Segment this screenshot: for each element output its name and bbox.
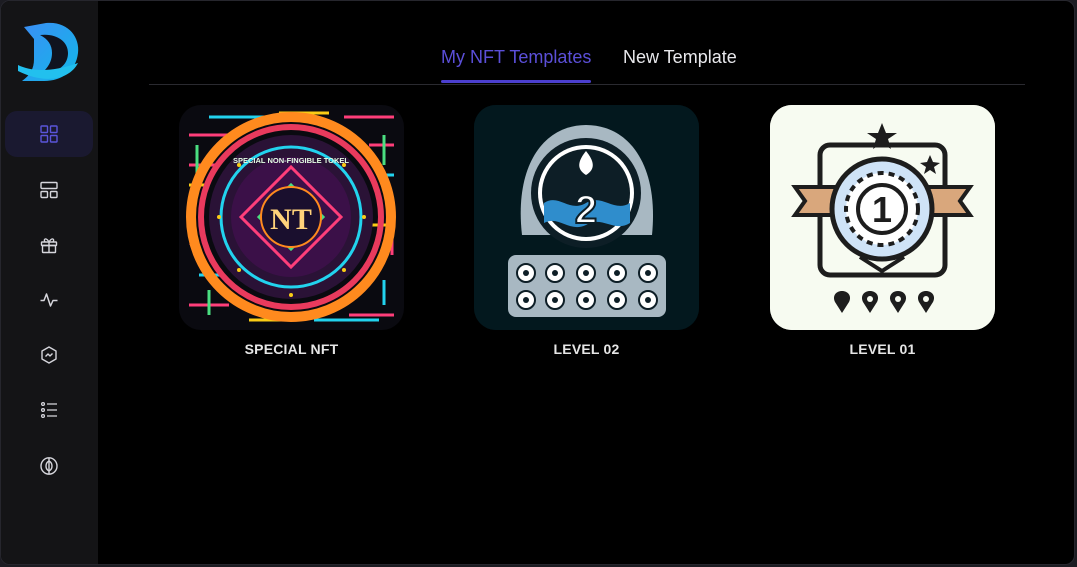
brain-icon xyxy=(40,457,58,475)
tab-my-nft-templates[interactable]: My NFT Templates xyxy=(441,47,592,83)
active-tab-indicator xyxy=(441,80,592,83)
nft-image-level-01[interactable]: 1 xyxy=(770,105,995,330)
logo-icon xyxy=(18,22,79,82)
gift-icon xyxy=(40,238,58,254)
nav-dashboard[interactable] xyxy=(5,111,93,157)
nft-card-title: LEVEL 01 xyxy=(849,341,916,357)
nav-brain[interactable] xyxy=(5,443,93,489)
level-number-1: 1 xyxy=(872,189,892,230)
level-number-2: 2 xyxy=(575,188,597,232)
nft-image-level-02[interactable]: 2 xyxy=(474,105,699,330)
main-content: My NFT Templates New Template NT SPECIAL… xyxy=(98,1,1074,564)
tab-new-template-label: New Template xyxy=(623,47,737,67)
layout-icon xyxy=(40,181,58,199)
nft-card-special[interactable]: NT SPECIAL NON-FINGIBLE TOKEL SPECIAL NF… xyxy=(179,105,404,357)
nft-card-level-02[interactable]: 2 LEVEL 02 xyxy=(474,105,699,357)
app-logo[interactable] xyxy=(16,19,82,85)
nft-card-title: SPECIAL NFT xyxy=(244,341,339,357)
tab-bar: My NFT Templates New Template xyxy=(149,1,1025,85)
nav-gifts[interactable] xyxy=(5,222,93,268)
nft-ring-text: SPECIAL NON-FINGIBLE TOKEL xyxy=(233,156,349,165)
nav-list[interactable] xyxy=(5,387,93,433)
nft-card-level-01[interactable]: 1 LEVEL 01 xyxy=(770,105,995,357)
app-window: My NFT Templates New Template NT SPECIAL… xyxy=(0,0,1075,565)
nav-layout[interactable] xyxy=(5,167,93,213)
nft-card-title: LEVEL 02 xyxy=(553,341,620,357)
list-icon xyxy=(40,401,57,419)
nav-activity[interactable] xyxy=(5,277,93,323)
tab-new-template[interactable]: New Template xyxy=(623,47,737,68)
nft-image-special[interactable]: NT SPECIAL NON-FINGIBLE TOKEL xyxy=(179,105,404,330)
nft-emblem-letters: NT xyxy=(270,203,312,236)
badge-icon xyxy=(41,346,57,364)
dashboard-grid-icon xyxy=(40,125,58,143)
activity-icon xyxy=(40,293,58,307)
nav-badges[interactable] xyxy=(5,332,93,378)
sidebar xyxy=(1,1,98,564)
tab-my-nft-templates-label: My NFT Templates xyxy=(441,47,592,67)
